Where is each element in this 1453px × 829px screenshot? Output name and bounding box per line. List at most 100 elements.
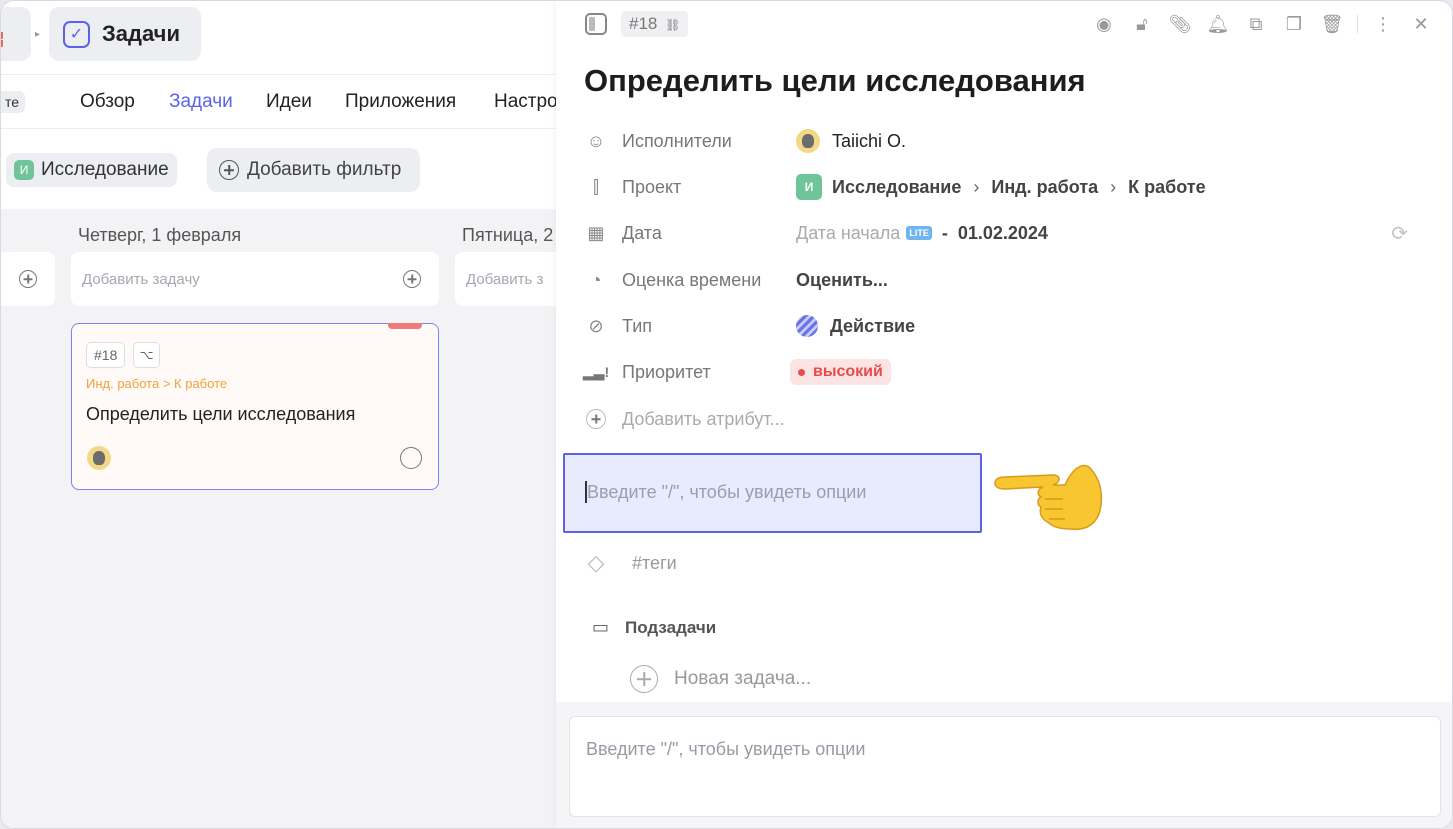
tab-tasks[interactable]: Задачи — [169, 91, 233, 113]
task-id: #18 — [629, 14, 658, 33]
bell-icon[interactable]: 🔔︎ — [1205, 11, 1231, 37]
repeat-icon[interactable]: ⟳ — [1391, 221, 1408, 246]
priority-bars-icon: ▂▃! — [582, 363, 610, 380]
attr-assignees[interactable]: ☺ Исполнители Taiichi O. — [584, 126, 1434, 156]
attr-value: Taiichi O. — [796, 129, 906, 153]
new-task-label: Новая задача... — [674, 668, 812, 689]
estimate-value[interactable]: Оценить... — [796, 270, 888, 291]
attr-label: Исполнители — [622, 130, 732, 151]
add-task-placeholder: Добавить задачу — [82, 271, 200, 288]
tasks-check-icon: ✓ — [63, 20, 90, 48]
eye-icon[interactable]: ◉ — [1091, 11, 1117, 37]
task-details-panel: #18 ⛓ ◉ 🔓︎ 📎︎ 🔔︎ ⧉ ❐ 🗑︎ ⋮ ✕ Определить ц… — [556, 1, 1452, 828]
hierarchy-icon[interactable]: ⧉ — [1243, 11, 1269, 37]
calendar-icon: ▦ — [587, 222, 605, 243]
project-path-1[interactable]: Инд. работа — [991, 177, 1098, 198]
start-date-label[interactable]: Дата начала — [796, 223, 900, 244]
attr-label: Дата — [622, 222, 662, 243]
attr-date[interactable]: ▦ Дата Дата начала LITE - 01.02.2024 ⟳ — [584, 218, 1434, 248]
project-path-0[interactable]: Исследование — [832, 177, 961, 198]
task-id-chip: #18 — [86, 342, 126, 368]
page-title[interactable]: Определить цели исследования — [584, 63, 1086, 99]
project-path-2[interactable]: К работе — [1128, 177, 1205, 198]
add-task-card-friday[interactable]: Добавить з — [455, 252, 556, 306]
tag-icon: ◇ — [587, 550, 605, 575]
column-title-thursday: Четверг, 1 февраля — [78, 225, 242, 245]
plus-circle-icon — [219, 160, 239, 180]
tab-apps[interactable]: Приложения — [345, 91, 456, 113]
trash-icon[interactable]: 🗑︎ — [1319, 11, 1345, 37]
clock-icon: ◔ — [590, 269, 602, 290]
avatar — [796, 129, 820, 153]
tab-overview[interactable]: Обзор — [80, 91, 135, 113]
comment-placeholder: Введите "/", чтобы увидеть опции — [586, 739, 866, 759]
attr-value: Дата начала LITE - 01.02.2024 — [796, 223, 1048, 244]
attr-estimate[interactable]: ◔ Оценка времени Оценить... — [584, 265, 1434, 295]
project-filter-label: Исследование — [41, 159, 169, 180]
tab-ideas[interactable]: Идеи — [266, 91, 312, 113]
complete-checkbox[interactable] — [400, 447, 422, 469]
more-icon[interactable]: ⋮ — [1370, 11, 1396, 37]
plus-circle-icon — [630, 665, 658, 693]
add-task-placeholder: Добавить з — [466, 271, 544, 288]
type-icon: ⊘ — [588, 315, 604, 336]
sidebar-layout-icon[interactable] — [585, 13, 607, 35]
copy-icon[interactable]: ❐ — [1281, 11, 1307, 37]
add-task-plus-icon — [403, 270, 421, 288]
tags-placeholder: #теги — [632, 552, 677, 573]
task-card[interactable]: #18 ⌥ Инд. работа > К работе Определить … — [71, 323, 439, 490]
date-separator: - — [941, 222, 948, 243]
project-badge: И — [14, 160, 34, 180]
toolbar-divider — [1357, 15, 1358, 33]
add-attribute-label: Добавить атрибут... — [622, 408, 785, 429]
task-id-link[interactable]: #18 ⛓ — [621, 11, 689, 37]
pointing-hand-icon — [994, 464, 1103, 531]
comment-section: Введите "/", чтобы увидеть опции — [556, 702, 1452, 828]
attr-label: Тип — [622, 315, 653, 336]
lock-icon[interactable]: 🔓︎ — [1129, 11, 1155, 37]
priority-value: высокий — [813, 363, 883, 380]
toolbar-icons: ◉ 🔓︎ 📎︎ 🔔︎ ⧉ ❐ 🗑︎ ⋮ ✕ — [1079, 11, 1434, 37]
attr-type[interactable]: ⊘ Тип Действие — [584, 311, 1434, 341]
board-view: ▸ ✓ Задачи те Обзор Задачи Идеи Приложен… — [1, 1, 556, 828]
attr-project[interactable]: ⫿ Проект И Исследование › Инд. работа › … — [584, 172, 1434, 202]
attr-label: Проект — [622, 176, 682, 197]
paperclip-icon[interactable]: 📎︎ — [1167, 11, 1193, 37]
assignees-icon: ☺ — [586, 130, 606, 151]
project-filter-chip[interactable]: И Исследование — [6, 153, 177, 187]
chevron-right-icon: › — [973, 176, 980, 197]
add-task-card-thursday[interactable]: Добавить задачу — [71, 252, 439, 306]
due-date[interactable]: 01.02.2024 — [958, 223, 1048, 244]
add-attribute-button[interactable]: Добавить атрибут... — [584, 404, 1434, 434]
assignee-name: Taiichi O. — [832, 130, 907, 151]
priority-badge[interactable]: высокий — [790, 359, 891, 385]
type-value[interactable]: Действие — [830, 316, 915, 337]
apps-grid-icon — [1, 32, 4, 48]
subtasks-icon: ▭ — [592, 617, 610, 637]
section-title: Задачи — [102, 21, 180, 46]
priority-flag — [388, 323, 422, 329]
apps-button[interactable] — [1, 7, 31, 61]
comment-input[interactable]: Введите "/", чтобы увидеть опции — [569, 716, 1441, 817]
link-icon: ⛓ — [665, 18, 681, 32]
editor-placeholder: Введите "/", чтобы увидеть опции — [587, 482, 867, 502]
panel-toolbar: #18 ⛓ ◉ 🔓︎ 📎︎ 🔔︎ ⧉ ❐ 🗑︎ ⋮ ✕ — [556, 1, 1452, 47]
tab-settings[interactable]: Настро — [494, 91, 556, 113]
close-icon[interactable]: ✕ — [1408, 11, 1434, 37]
column-title-friday: Пятница, 2 — [462, 225, 554, 245]
project-icon: ⫿ — [593, 176, 599, 197]
add-task-plus-icon — [19, 270, 37, 288]
add-task-card-prev[interactable] — [1, 252, 55, 306]
avatar — [87, 446, 111, 470]
subtasks-label: Подзадачи — [625, 617, 717, 637]
workspace-tag[interactable]: те — [1, 91, 26, 113]
add-filter-label: Добавить фильтр — [247, 159, 402, 180]
chevron-right-icon: › — [1110, 176, 1117, 197]
attr-label: Приоритет — [622, 361, 711, 382]
attr-priority[interactable]: ▂▃! Приоритет высокий — [582, 357, 1434, 387]
tags-field[interactable]: ◇ #теги — [584, 550, 677, 575]
new-subtask-button[interactable]: Новая задача... — [630, 665, 811, 693]
add-filter-button[interactable]: Добавить фильтр — [207, 148, 420, 192]
section-button[interactable]: ✓ Задачи — [49, 7, 201, 61]
description-editor[interactable]: Введите "/", чтобы увидеть опции — [563, 453, 982, 533]
